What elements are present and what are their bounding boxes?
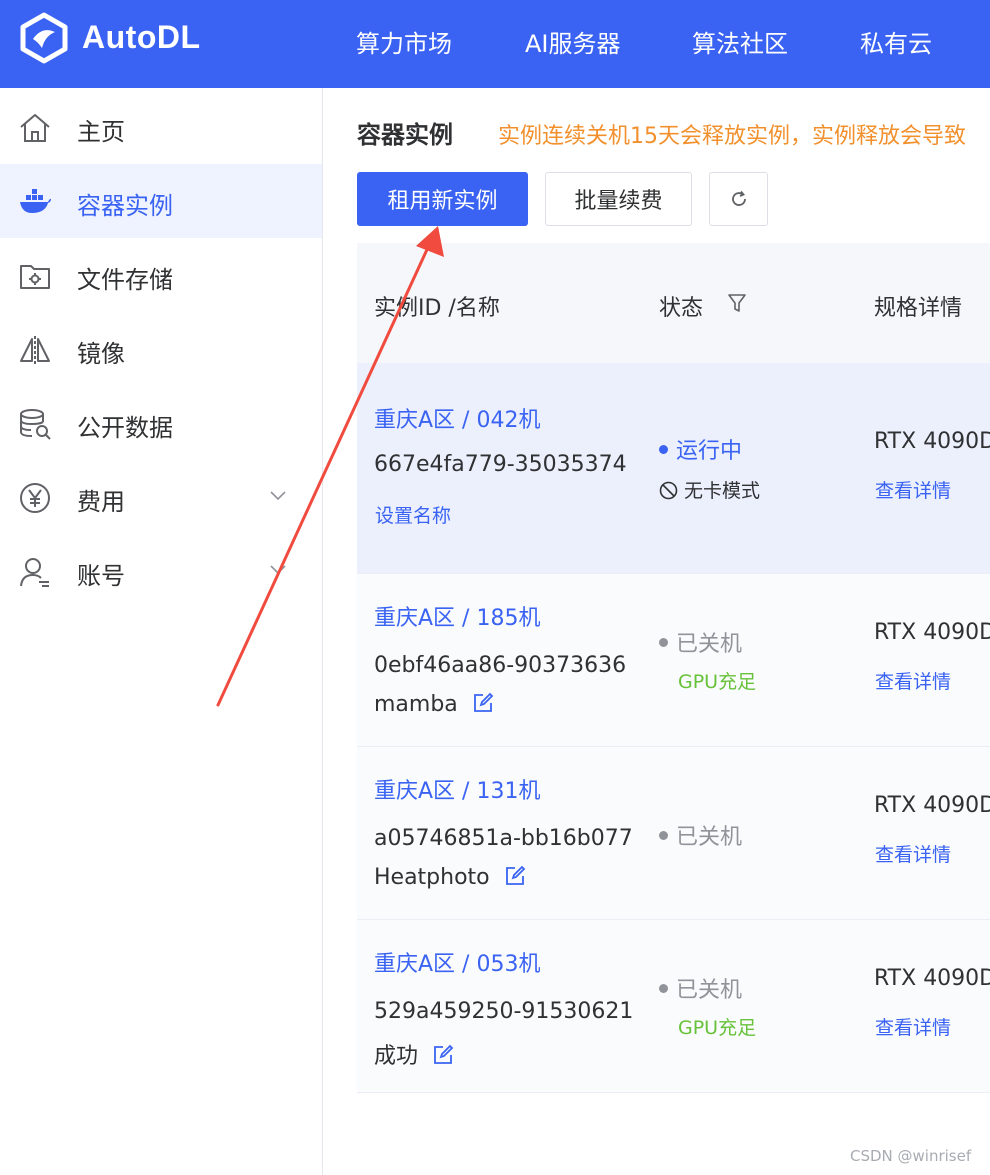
nav-private-cloud[interactable]: 私有云 (860, 24, 932, 59)
instance-id: 529a459250-91530621 (374, 999, 634, 1024)
rent-new-instance-button[interactable]: 租用新实例 (357, 172, 528, 226)
instance-region-link[interactable]: 重庆A区 / 042机 (374, 402, 540, 434)
view-details-link[interactable]: 查看详情 (875, 476, 951, 503)
instance-region-link[interactable]: 重庆A区 / 185机 (374, 600, 540, 632)
edit-icon[interactable] (432, 1044, 454, 1066)
sidebar-item-public-data[interactable]: 公开数据 (0, 386, 322, 460)
instance-region-link[interactable]: 重庆A区 / 131机 (374, 773, 540, 805)
gpu-less-mode-badge: 无卡模式 (659, 476, 760, 503)
nav-compute-market[interactable]: 算力市场 (356, 24, 452, 59)
column-header-instance: 实例ID /名称 (374, 296, 500, 321)
gpu-spec: RTX 4090D (874, 429, 990, 454)
edit-icon[interactable] (504, 865, 526, 887)
status-stopped: 已关机 (659, 626, 742, 658)
view-details-link[interactable]: 查看详情 (875, 667, 951, 694)
autodl-logo-icon[interactable] (18, 12, 70, 64)
status-running: 运行中 (659, 433, 742, 465)
logo-text[interactable]: AutoDL (82, 19, 201, 56)
mirror-icon (20, 336, 50, 364)
table-row[interactable]: 重庆A区 / 053机 529a459250-91530621 成功 已关机 G… (357, 920, 990, 1093)
view-details-link[interactable]: 查看详情 (875, 840, 951, 867)
sidebar-item-billing[interactable]: 费用 (0, 460, 322, 534)
sidebar-item-label: 主页 (77, 118, 125, 146)
sidebar-item-label: 费用 (77, 488, 125, 516)
gpu-available-badge: GPU充足 (678, 671, 757, 693)
yen-icon (20, 483, 50, 513)
nav-ai-server[interactable]: AI服务器 (525, 24, 621, 59)
gpu-spec: RTX 4090D (874, 966, 990, 991)
release-notice: 实例连续关机15天会释放实例，实例释放会导致 (498, 124, 966, 149)
user-icon (20, 558, 49, 587)
sidebar: 主页 容器实例 文件存储 镜像 公开数据 费用 账号 (0, 88, 323, 1175)
sidebar-item-images[interactable]: 镜像 (0, 312, 322, 386)
sidebar-item-account[interactable]: 账号 (0, 534, 322, 608)
table-row[interactable]: 重庆A区 / 185机 0ebf46aa86-90373636 mamba 已关… (357, 574, 990, 747)
ban-icon (659, 481, 678, 500)
table-row[interactable]: 重庆A区 / 042机 667e4fa779-35035374 设置名称 运行中… (357, 363, 990, 574)
instance-id: 667e4fa779-35035374 (374, 452, 627, 477)
nav-algorithm-community[interactable]: 算法社区 (692, 24, 788, 59)
refresh-button[interactable] (709, 172, 768, 226)
instance-name: 成功 (374, 1038, 454, 1070)
column-header-spec: 规格详情 (874, 296, 963, 321)
filter-icon[interactable] (727, 292, 747, 314)
chevron-down-icon (270, 491, 286, 501)
table-header: 实例ID /名称 状态 规格详情 (357, 243, 990, 363)
chevron-down-icon (270, 565, 286, 575)
refresh-icon (732, 190, 746, 206)
database-search-icon (20, 409, 51, 440)
sidebar-item-label: 公开数据 (77, 414, 173, 442)
instance-name: mamba (374, 692, 494, 717)
gpu-spec: RTX 4090D (874, 620, 990, 645)
docker-icon (20, 189, 51, 213)
home-icon (20, 114, 50, 142)
sidebar-item-containers[interactable]: 容器实例 (0, 164, 322, 238)
instance-region-link[interactable]: 重庆A区 / 053机 (374, 946, 540, 978)
set-name-link[interactable]: 设置名称 (375, 501, 451, 528)
column-header-status: 状态 (659, 296, 704, 321)
batch-renew-button[interactable]: 批量续费 (545, 172, 692, 226)
page-title: 容器实例 (357, 121, 453, 149)
view-details-link[interactable]: 查看详情 (875, 1013, 951, 1040)
table-row[interactable]: 重庆A区 / 131机 a05746851a-bb16b077 Heatphot… (357, 747, 990, 920)
gpu-available-badge: GPU充足 (678, 1017, 757, 1039)
top-header: AutoDL 算力市场 AI服务器 算法社区 私有云 (0, 0, 990, 88)
sidebar-item-label: 文件存储 (77, 266, 173, 294)
sidebar-item-label: 镜像 (77, 340, 125, 368)
status-stopped: 已关机 (659, 972, 742, 1004)
edit-icon[interactable] (472, 692, 494, 714)
watermark: CSDN @winrisef (850, 1147, 972, 1165)
status-stopped: 已关机 (659, 819, 742, 851)
instance-id: 0ebf46aa86-90373636 (374, 653, 627, 678)
sidebar-item-home[interactable]: 主页 (0, 90, 322, 164)
gpu-spec: RTX 4090D (874, 793, 990, 818)
sidebar-item-label: 容器实例 (77, 192, 173, 220)
folder-gear-icon (20, 265, 50, 289)
sidebar-item-file-storage[interactable]: 文件存储 (0, 238, 322, 312)
instance-name: Heatphoto (374, 865, 526, 890)
sidebar-item-label: 账号 (77, 562, 125, 590)
instance-id: a05746851a-bb16b077 (374, 826, 633, 851)
